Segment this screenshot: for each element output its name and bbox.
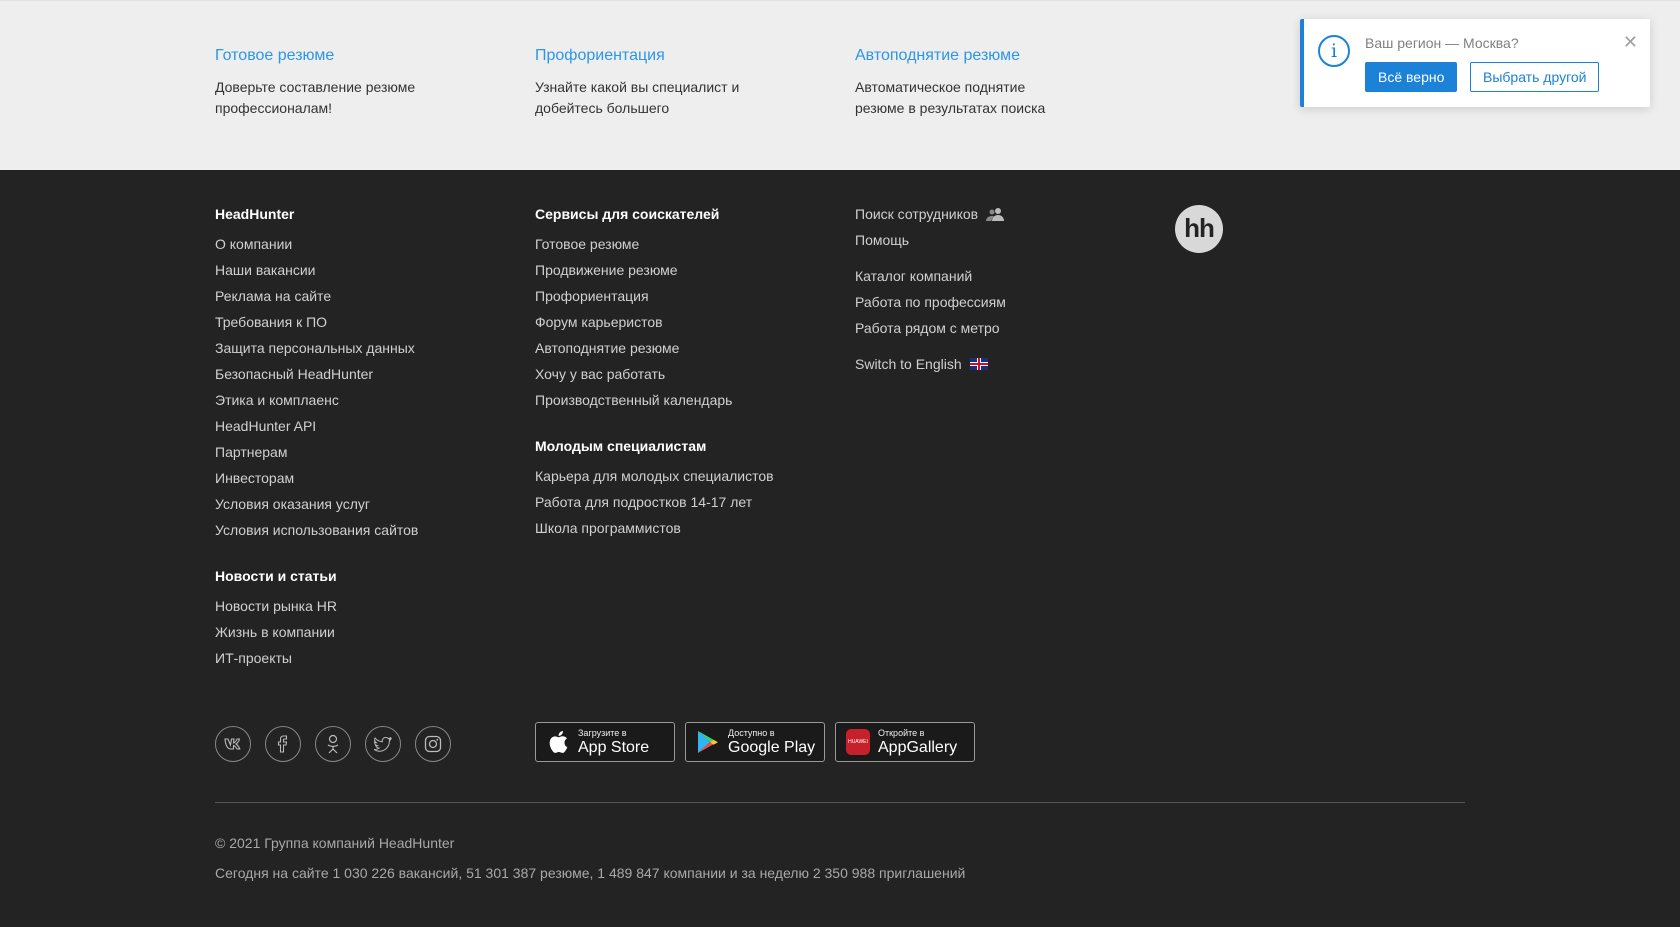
huawei-icon: HUAWEI <box>846 729 870 755</box>
footer-link-company-life[interactable]: Жизнь в компании <box>215 624 418 640</box>
promo-item-career: Профориентация Узнайте какой вы специали… <box>535 47 765 119</box>
app-gallery-badge[interactable]: HUAWEI Откройте в AppGallery <box>835 722 975 762</box>
footer-link-want-work[interactable]: Хочу у вас работать <box>535 366 774 382</box>
copyright: © 2021 Группа компаний HeadHunter <box>215 835 455 851</box>
facebook-icon[interactable] <box>265 726 301 762</box>
app-store-badges: Загрузите в App Store Доступно в Google … <box>535 722 975 762</box>
footer-column-misc: Поиск сотрудников Помощь Каталог компани… <box>855 206 1006 382</box>
odnoklassniki-icon[interactable] <box>315 726 351 762</box>
footer-link-promote-resume[interactable]: Продвижение резюме <box>535 262 774 278</box>
confirm-region-button[interactable]: Всё верно <box>1365 62 1458 92</box>
footer-link-terms[interactable]: Условия оказания услуг <box>215 496 418 512</box>
footer-heading: Молодым специалистам <box>535 438 707 454</box>
region-question: Ваш регион — Москва? <box>1365 35 1519 51</box>
people-icon <box>986 208 1005 221</box>
footer-link-forum[interactable]: Форум карьеристов <box>535 314 774 330</box>
footer-link-young-career[interactable]: Карьера для молодых специалистов <box>535 468 774 484</box>
footer-heading: Сервисы для соискателей <box>535 206 720 222</box>
site-stats: Сегодня на сайте 1 030 226 вакансий, 51 … <box>215 865 966 881</box>
promo-item-autoraise: Автоподнятие резюме Автоматическое подня… <box>855 47 1085 119</box>
footer-link-about[interactable]: О компании <box>215 236 418 252</box>
promo-text: Доверьте составление резюме профессионал… <box>215 79 416 116</box>
footer-link-companies-catalog[interactable]: Каталог компаний <box>855 268 1006 284</box>
google-play-icon <box>696 730 720 754</box>
vk-icon[interactable] <box>215 726 251 762</box>
promo-link-career[interactable]: Профориентация <box>535 47 765 65</box>
google-play-badge[interactable]: Доступно в Google Play <box>685 722 825 762</box>
footer-link-it-projects[interactable]: ИТ-проекты <box>215 650 418 666</box>
footer-link-software[interactable]: Требования к ПО <box>215 314 418 330</box>
hh-logo[interactable]: hh <box>1175 205 1223 253</box>
region-notice: i Ваш регион — Москва? ✕ Всё верно Выбра… <box>1300 19 1650 107</box>
promo-text: Узнайте какой вы специалист и добейтесь … <box>535 79 740 116</box>
promo-item-resume: Готовое резюме Доверьте составление резю… <box>215 47 445 119</box>
footer-divider <box>215 802 1465 803</box>
footer-column-services: Сервисы для соискателей Готовое резюме П… <box>535 206 774 546</box>
footer-link-investors[interactable]: Инвесторам <box>215 470 418 486</box>
footer-link-ethics[interactable]: Этика и комплаенс <box>215 392 418 408</box>
social-links <box>215 726 451 762</box>
promo-link-resume[interactable]: Готовое резюме <box>215 47 445 65</box>
footer-heading: HeadHunter <box>215 206 295 222</box>
footer-heading: Новости и статьи <box>215 568 337 584</box>
close-icon[interactable]: ✕ <box>1623 33 1638 51</box>
footer-link-autoraise[interactable]: Автоподнятие резюме <box>535 340 774 356</box>
footer-link-ready-resume[interactable]: Готовое резюме <box>535 236 774 252</box>
apple-icon <box>546 730 570 754</box>
footer-link-ads[interactable]: Реклама на сайте <box>215 288 418 304</box>
promo-link-autoraise[interactable]: Автоподнятие резюме <box>855 47 1085 65</box>
footer-link-teens[interactable]: Работа для подростков 14-17 лет <box>535 494 774 510</box>
footer-link-help[interactable]: Помощь <box>855 232 1006 248</box>
switch-language-link[interactable]: Switch to English <box>855 356 1006 372</box>
promo-text: Автоматическое поднятие резюме в результ… <box>855 79 1046 116</box>
twitter-icon[interactable] <box>365 726 401 762</box>
footer-link-site-terms[interactable]: Условия использования сайтов <box>215 522 418 538</box>
footer-link-near-metro[interactable]: Работа рядом с метро <box>855 320 1006 336</box>
footer-link-career-guidance[interactable]: Профориентация <box>535 288 774 304</box>
footer-link-calendar[interactable]: Производственный календарь <box>535 392 774 408</box>
info-icon: i <box>1318 35 1350 67</box>
footer-link-search-employees[interactable]: Поиск сотрудников <box>855 206 1006 222</box>
footer-link-programmers-school[interactable]: Школа программистов <box>535 520 774 536</box>
footer-link-partners[interactable]: Партнерам <box>215 444 418 460</box>
choose-region-button[interactable]: Выбрать другой <box>1470 62 1600 92</box>
app-store-badge[interactable]: Загрузите в App Store <box>535 722 675 762</box>
footer-column-headhunter: HeadHunter О компании Наши вакансии Рекл… <box>215 206 418 676</box>
uk-flag-icon <box>969 358 988 370</box>
footer-link-vacancies[interactable]: Наши вакансии <box>215 262 418 278</box>
footer-link-by-profession[interactable]: Работа по профессиям <box>855 294 1006 310</box>
footer-link-api[interactable]: HeadHunter API <box>215 418 418 434</box>
footer-link-privacy[interactable]: Защита персональных данных <box>215 340 418 356</box>
footer-link-hr-news[interactable]: Новости рынка HR <box>215 598 418 614</box>
footer-link-safe[interactable]: Безопасный HeadHunter <box>215 366 418 382</box>
instagram-icon[interactable] <box>415 726 451 762</box>
